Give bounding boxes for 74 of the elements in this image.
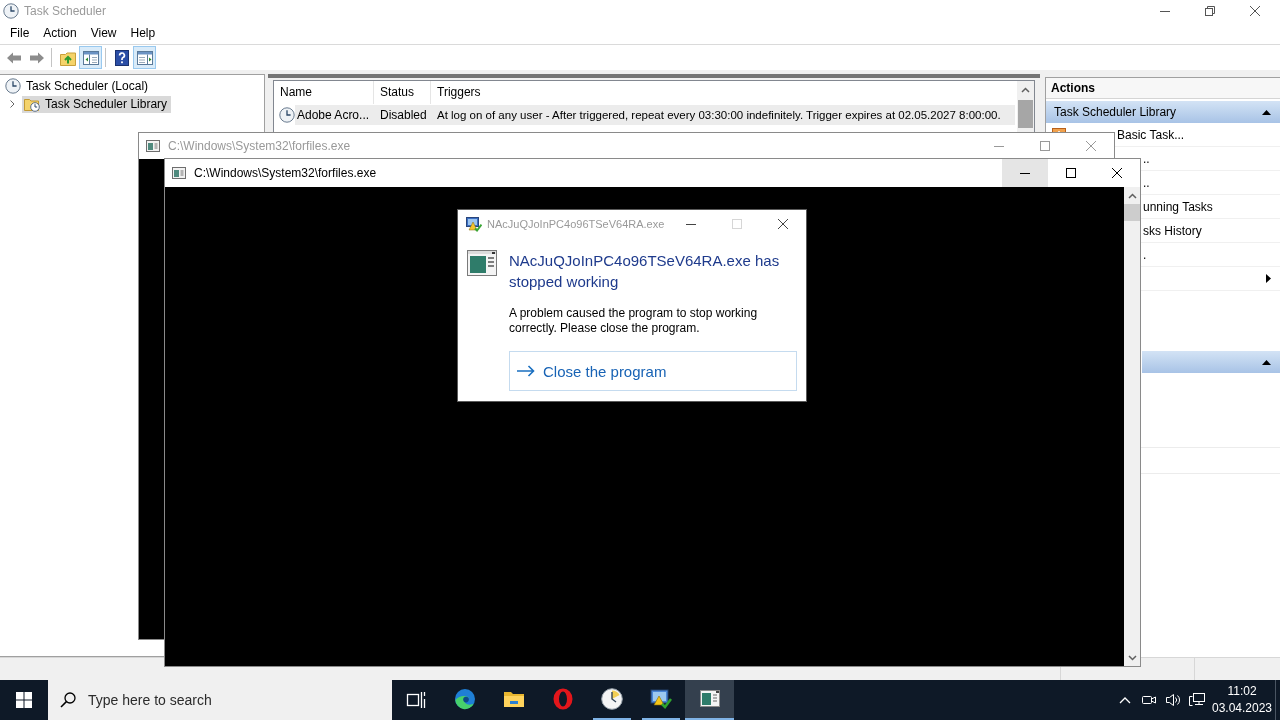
command-link[interactable]: .. — [1143, 175, 1150, 190]
program-window-icon — [467, 250, 497, 276]
collapse-triangle-icon[interactable] — [1262, 109, 1271, 115]
window-title: C:\Windows\System32\forfiles.exe — [168, 139, 352, 153]
error-message: A problem caused the program to stop working correctly. Please close the program. — [509, 306, 759, 336]
clock-icon — [279, 107, 295, 123]
tray-date: 03.04.2023 — [1211, 700, 1273, 717]
menu-item[interactable]: Help — [123, 23, 163, 43]
command-link[interactable]: unning Tasks — [1143, 199, 1213, 214]
search-icon — [60, 692, 76, 708]
clock-icon — [599, 687, 624, 711]
folder-clock-icon — [24, 96, 40, 112]
command-link[interactable]: sks History — [1143, 223, 1202, 238]
monitor-warning-icon — [466, 216, 482, 232]
task-view-icon — [406, 691, 426, 709]
window-title: C:\Windows\System32\forfiles.exe — [194, 166, 378, 180]
console-icon — [146, 140, 160, 152]
close-icon — [1112, 168, 1122, 178]
clock-icon — [3, 3, 19, 19]
search-field[interactable]: Type here to search — [48, 680, 392, 720]
arrow-right-icon — [517, 365, 535, 377]
submenu-arrow-icon[interactable] — [1266, 274, 1271, 283]
panel-right-icon — [136, 49, 153, 66]
collapse-triangle-icon[interactable] — [1262, 359, 1271, 365]
dialog-title: NAcJuQJoInPC4o96TSeV64RA.exe — [487, 218, 666, 230]
minimize-icon — [1159, 10, 1170, 12]
minimize-icon — [994, 145, 1004, 147]
taskbar-button[interactable] — [685, 680, 734, 720]
tree-item[interactable]: Task Scheduler (Local) — [5, 77, 153, 95]
monitor-warning-icon — [648, 687, 673, 711]
minimize-icon — [686, 223, 696, 225]
show-hide-tree-button[interactable] — [79, 46, 102, 69]
menu-item[interactable]: View — [83, 23, 124, 43]
window-title: Task Scheduler — [24, 4, 108, 18]
maximize-icon — [1040, 141, 1050, 151]
chevron-right-icon[interactable] — [8, 100, 16, 108]
folder-arrow-icon — [59, 49, 76, 66]
close-icon — [1249, 6, 1260, 16]
command-link[interactable]: Basic Task... — [1117, 127, 1185, 142]
scrollbar-thumb[interactable] — [1018, 100, 1033, 128]
pane-title: Actions — [1050, 80, 1095, 97]
maximize-icon — [1066, 168, 1076, 178]
restore-icon — [1204, 6, 1215, 16]
scrollbar-thumb[interactable] — [1124, 204, 1140, 221]
tray-time: 11:02 — [1227, 683, 1257, 700]
close-program-button[interactable]: Close the program — [509, 351, 797, 391]
table-cell-text: Adobe Acro... — [296, 108, 371, 122]
column-header[interactable]: Triggers — [431, 81, 1017, 104]
tree-item[interactable]: Task Scheduler Library — [22, 95, 172, 113]
windows-logo-icon — [16, 692, 32, 708]
table-cell-text: Disabled — [379, 108, 428, 122]
section-header[interactable]: Task Scheduler Library — [1046, 101, 1280, 123]
network-icon[interactable] — [1188, 692, 1206, 708]
chevron-up-icon — [1119, 696, 1131, 704]
command-link[interactable]: .. — [1143, 151, 1150, 166]
browser-icon — [452, 687, 477, 711]
menu-item[interactable]: File — [3, 23, 37, 43]
clock-icon — [5, 78, 21, 94]
minimize-icon — [1020, 172, 1030, 174]
panel-left-icon — [82, 49, 99, 66]
table-cell-text: At log on of any user - After triggered, repeat every 03:30:00 indefinitely. Trigger expires at 02.05.2027 8:00:00. — [436, 109, 1001, 121]
console-icon — [172, 167, 186, 179]
column-header[interactable]: Name — [274, 81, 374, 104]
help-icon — [113, 49, 130, 66]
maximize-icon — [732, 219, 742, 229]
close-icon — [1086, 141, 1096, 151]
command-link[interactable]: . — [1143, 247, 1147, 262]
speaker-icon[interactable] — [1165, 692, 1181, 708]
menu-item[interactable]: Action — [36, 23, 84, 43]
show-hide-action-pane-button[interactable] — [133, 46, 156, 69]
close-icon — [778, 219, 788, 229]
column-header[interactable]: Status — [374, 81, 431, 104]
error-heading: NAcJuQJoInPC4o96TSeV64RA.exe has stopped working — [509, 251, 781, 292]
table-row[interactable]: Adobe Acro... Disabled At log on of any user - After triggered, repeat every 03:30:00 indefinitely. Trigger expires at 02.05.2027 8:00:00. — [295, 105, 1015, 125]
